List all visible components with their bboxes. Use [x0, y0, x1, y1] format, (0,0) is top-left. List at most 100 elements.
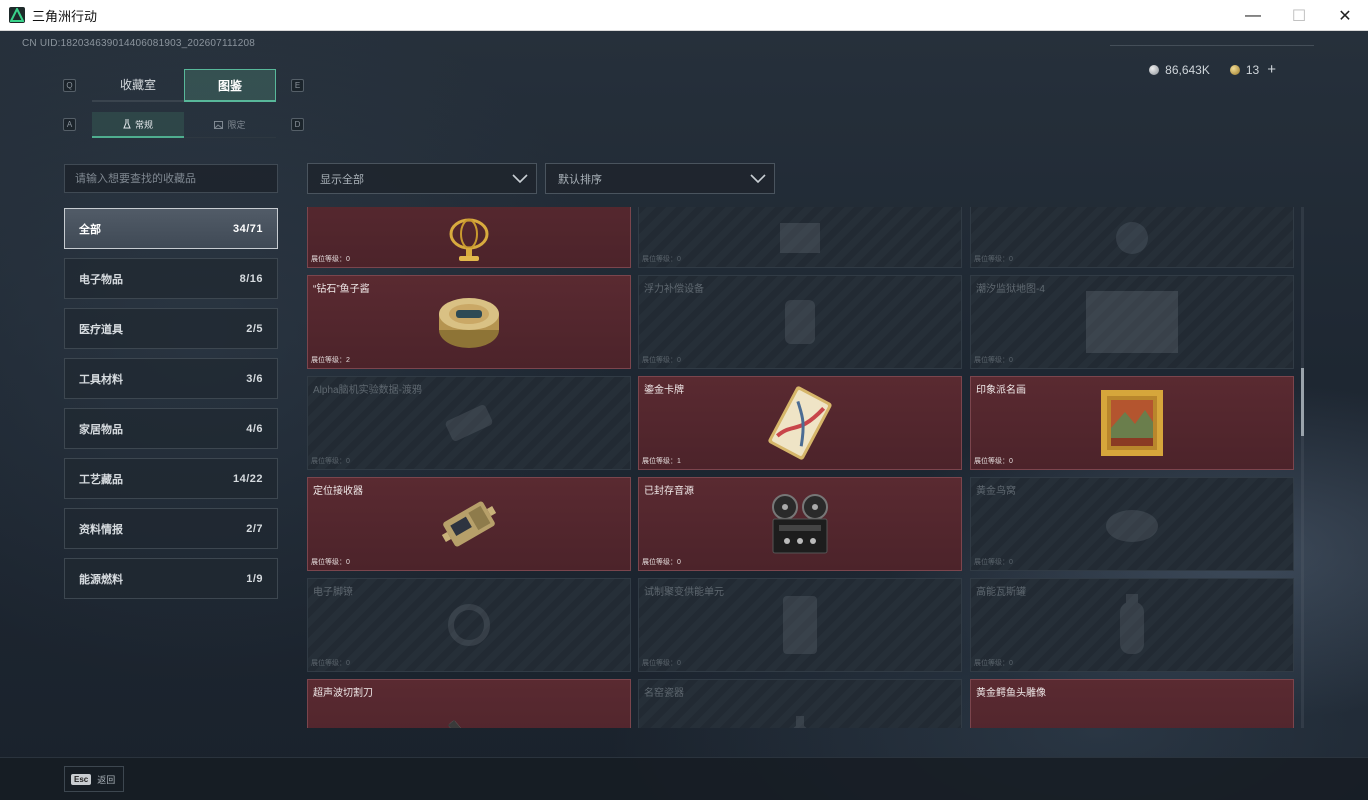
- category-count: 8/16: [239, 272, 263, 285]
- chessboard-icon: [780, 222, 820, 253]
- subtab-limited-label: 限定: [227, 120, 246, 130]
- collectible-card[interactable]: “钻石”鱼子酱 展位等级：2: [307, 275, 631, 369]
- collectible-name: 浮力补偿设备: [644, 284, 704, 295]
- collectible-card[interactable]: 试制聚变供能单元 展位等级：0: [638, 578, 962, 672]
- category-all[interactable]: 全部 34/71: [64, 208, 278, 249]
- category-label: 能源燃料: [79, 573, 123, 586]
- collectible-card[interactable]: 黄金鸟窝 展位等级：0: [970, 477, 1294, 571]
- collectible-card[interactable]: 印象派名画 展位等级：0: [970, 376, 1294, 470]
- collectible-card[interactable]: 鎏金卡牌 展位等级：1: [638, 376, 962, 470]
- collectible-name: “钻石”鱼子酱: [313, 284, 370, 295]
- collectible-card[interactable]: 定位接收器 展位等级：0: [307, 477, 631, 571]
- subtab-limited[interactable]: 限定: [184, 112, 276, 138]
- tab-next-key-hint: E: [291, 79, 304, 92]
- category-count: 14/22: [232, 472, 263, 485]
- collectible-name: 高能瓦斯罐: [976, 587, 1026, 598]
- collectible-card[interactable]: 名窑瓷器: [638, 679, 962, 728]
- collectible-name: 黄金鳄鱼头雕像: [976, 688, 1046, 699]
- tab-collection-room[interactable]: 收藏室: [92, 69, 184, 102]
- diving-vest-icon: [785, 300, 815, 344]
- sort-dropdown-value: 默认排序: [558, 173, 602, 186]
- add-currency-button[interactable]: +: [1267, 61, 1276, 78]
- header-divider: [1110, 45, 1314, 46]
- category-label: 电子物品: [79, 273, 123, 286]
- caviar-tin-icon: [439, 298, 499, 348]
- map-icon: [1086, 291, 1178, 353]
- game-viewport: CN UID:18203463901440608190​3_2026071112…: [0, 31, 1368, 800]
- close-button[interactable]: ✕: [1322, 0, 1368, 31]
- window-titlebar: 三角洲行动 — ☐ ✕: [0, 0, 1368, 31]
- category-medical[interactable]: 医疗道具 2/5: [64, 308, 278, 349]
- collectible-name: 电子脚镣: [313, 587, 353, 598]
- silver-coin-icon: [1149, 64, 1160, 75]
- gas-canister-icon: [1120, 594, 1144, 654]
- category-crafts[interactable]: 工艺藏品 14/22: [64, 458, 278, 499]
- collectible-card[interactable]: 已封存音源 展位等级：0: [638, 477, 962, 571]
- collectible-card[interactable]: 高能瓦斯罐 展位等级：0: [970, 578, 1294, 672]
- collectible-level: 展位等级：0: [311, 660, 350, 667]
- main-tabs: 收藏室 图鉴: [92, 69, 276, 102]
- collectible-card[interactable]: 超声波切割刀: [307, 679, 631, 728]
- sort-dropdown[interactable]: 默认排序: [545, 163, 775, 194]
- category-energy[interactable]: 能源燃料 1/9: [64, 558, 278, 599]
- collectible-card[interactable]: 展位等级：0: [970, 207, 1294, 268]
- collectible-card[interactable]: 浮力补偿设备 展位等级：0: [638, 275, 962, 369]
- collectible-level: 展位等级：0: [642, 357, 681, 364]
- gilded-card-icon: [768, 386, 832, 460]
- collectible-name: 超声波切割刀: [313, 688, 373, 699]
- subtab-regular[interactable]: 常规: [92, 112, 184, 138]
- receiver-icon: [441, 501, 497, 547]
- collectible-card[interactable]: 潮汐监狱地图-4 展位等级：0: [970, 275, 1294, 369]
- filter-dropdown[interactable]: 显示全部: [307, 163, 537, 194]
- collectible-level: 展位等级：1: [642, 458, 681, 465]
- esc-key-hint: Esc: [71, 773, 92, 785]
- collectible-level: 展位等级：0: [311, 256, 350, 263]
- back-button[interactable]: Esc 返回: [64, 766, 124, 792]
- chevron-down-icon: [512, 173, 528, 183]
- robot-icon: [1116, 221, 1148, 254]
- grid-scrollbar-thumb[interactable]: [1301, 368, 1304, 436]
- collectible-name: 潮汐监狱地图-4: [976, 284, 1045, 295]
- minimize-button[interactable]: —: [1230, 0, 1276, 31]
- collectible-search-input[interactable]: [64, 164, 278, 193]
- category-label: 工具材料: [79, 373, 123, 386]
- category-count: 34/71: [232, 222, 263, 235]
- collectible-card[interactable]: Alpha脑机实验数据-渡鸦 展位等级：0: [307, 376, 631, 470]
- collectible-level: 展位等级：2: [311, 357, 350, 364]
- collectible-name: 黄金鸟窝: [976, 486, 1016, 497]
- category-count: 4/6: [246, 422, 263, 435]
- category-count: 1/9: [246, 572, 263, 585]
- gold-balance: 13: [1245, 62, 1260, 77]
- porcelain-icon: [794, 716, 806, 728]
- subtab-prev-key-hint: A: [63, 118, 76, 131]
- image-icon: [214, 120, 224, 129]
- flask-icon: [123, 119, 131, 129]
- player-uid: CN UID:18203463901440608190​3_2026071112…: [22, 38, 256, 49]
- armillary-sphere-icon: [449, 218, 489, 261]
- category-electronics[interactable]: 电子物品 8/16: [64, 258, 278, 299]
- category-tools[interactable]: 工具材料 3/6: [64, 358, 278, 399]
- collectible-name: 定位接收器: [313, 486, 363, 497]
- tab-catalog[interactable]: 图鉴: [184, 69, 276, 102]
- category-household[interactable]: 家居物品 4/6: [64, 408, 278, 449]
- collectible-grid: 展位等级：0 展位等级：0 展位等级：0 “钻石”鱼子酱 展位等级：2 浮力补偿…: [307, 207, 1295, 728]
- category-intel[interactable]: 资料情报 2/7: [64, 508, 278, 549]
- chevron-down-icon: [750, 173, 766, 183]
- grid-scrollbar-track[interactable]: [1301, 207, 1304, 728]
- collectible-card[interactable]: 黄金鳄鱼头雕像: [970, 679, 1294, 728]
- maximize-button[interactable]: ☐: [1276, 0, 1322, 31]
- collectible-card[interactable]: 展位等级：0: [638, 207, 962, 268]
- bird-nest-icon: [1106, 510, 1158, 542]
- tab-prev-key-hint: Q: [63, 79, 76, 92]
- back-label: 返回: [97, 774, 116, 785]
- collectible-card[interactable]: 展位等级：0: [307, 207, 631, 268]
- collectible-card[interactable]: 电子脚镣 展位等级：0: [307, 578, 631, 672]
- window-title: 三角洲行动: [32, 8, 98, 24]
- subtab-next-key-hint: D: [291, 118, 304, 131]
- collectible-level: 展位等级：0: [974, 559, 1013, 566]
- ankle-monitor-icon: [448, 604, 490, 646]
- category-label: 家居物品: [79, 423, 123, 436]
- category-label: 全部: [79, 223, 101, 236]
- subtab-regular-label: 常规: [134, 119, 153, 130]
- collectible-level: 展位等级：0: [974, 357, 1013, 364]
